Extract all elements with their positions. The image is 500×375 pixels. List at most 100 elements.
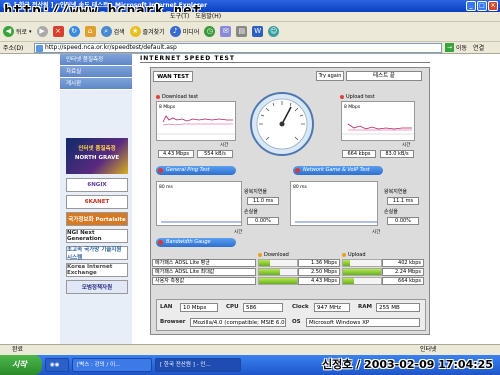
ping-loss-value: 0.00% (247, 217, 279, 225)
banner-ngi[interactable]: NGI Next Generation (66, 229, 128, 243)
status-zone: 인터넷 (420, 346, 437, 353)
banner-policy[interactable]: 모범정책자원 (66, 280, 128, 294)
edit-button[interactable]: W (252, 26, 264, 37)
gauge-down-bar-fill (259, 269, 281, 275)
upload-kbps-value: 664 kbps (342, 150, 376, 158)
refresh-button[interactable]: ↻ (68, 26, 80, 37)
ping-loss-label: 손실율 (244, 209, 258, 215)
nav-item-board[interactable]: 게시판 (60, 78, 132, 90)
speed-test-title: INTERNET SPEED TEST (140, 55, 235, 62)
menu-bar: 도구(T) 도움말(H) (0, 12, 500, 22)
media-icon: ♪ (169, 26, 181, 37)
nav-item-quality[interactable]: 인터넷 품질측정 (60, 54, 132, 66)
print-icon: ▤ (236, 26, 248, 37)
start-button[interactable]: 시작 (0, 355, 42, 375)
forward-button[interactable]: ▶ (36, 26, 48, 37)
quick-launch-icon: ◉◉ (50, 362, 60, 368)
ping-time-label: 시간 (234, 230, 243, 235)
try-again-button[interactable]: Try again (316, 71, 344, 81)
game-graph: 80 ms (290, 181, 378, 226)
media-button[interactable]: ♪ 미디어 (169, 26, 199, 37)
ping-rtt-value: 11.0 ms (247, 197, 279, 205)
address-label: 주소(D) (3, 45, 24, 52)
gauge-up-value: 664 kbps (382, 277, 424, 285)
print-button[interactable]: ▤ (236, 26, 248, 37)
taskbar-item-2[interactable]: [ 한국 전산원 ] - 인... (155, 358, 241, 372)
upload-time-label: 시간 (402, 143, 411, 148)
game-graph-svg: 80 ms (293, 184, 377, 223)
gauge-down-bar (258, 268, 298, 276)
gauge-up-value: 402 kbps (382, 259, 424, 267)
close-button[interactable]: × (488, 1, 498, 11)
menu-tools[interactable]: 도구(T) (170, 13, 189, 20)
nav-item-library[interactable]: 자료실 (60, 66, 132, 78)
general-ping-test-header: General Ping Test (156, 166, 236, 175)
banner-network-support[interactable]: 초고속 국가망 기술지원 시스템 (66, 246, 128, 261)
game-loss-label: 손실율 (384, 209, 398, 215)
mail-icon: ✉ (220, 26, 232, 37)
quick-launch[interactable]: ◉◉ (45, 358, 69, 372)
back-arrow-icon: ◀ (3, 26, 14, 37)
banner-portalsite[interactable]: 국가정보화 Portalsite (66, 212, 128, 226)
clock-value: 947 MHz (314, 303, 350, 312)
os-value: Microsoft Windows XP (306, 318, 420, 327)
datetime-overlay: 신정호 / 2003-02-09 17:04:25 (322, 358, 493, 371)
banner-kix[interactable]: Korea Internet Exchange (66, 263, 128, 277)
game-rtt-value: 11.1 ms (387, 197, 419, 205)
download-time-label: 시간 (220, 143, 229, 148)
gauge-up-bar-fill (343, 269, 381, 275)
banner-6ngix[interactable]: 6NGIX (66, 178, 128, 192)
history-icon: ◷ (204, 26, 216, 37)
gauge-down-bar (258, 259, 298, 267)
title-divider (140, 62, 430, 63)
messenger-button[interactable]: ☺ (268, 26, 280, 37)
messenger-icon: ☺ (268, 26, 280, 37)
back-button[interactable]: ◀ 뒤로 ▾ (3, 26, 32, 37)
download-graph-svg: 8 Mbps (157, 104, 237, 135)
home-button[interactable]: ⌂ (84, 26, 96, 37)
ping-rtt-label: 왕복지연율 (244, 189, 268, 195)
stop-button[interactable]: × (52, 26, 64, 37)
links-label[interactable]: 연결 (473, 43, 484, 52)
browser-value: Mozilla/4.0 (compatible; MSIE 6.0 (190, 318, 286, 327)
toolbar: ◀ 뒤로 ▾ ▶ × ↻ ⌂ ⌕ 검색 ★ 즐겨찾기 ♪ 미디어 ◷ ✉ ▤ W ☺ (0, 22, 500, 42)
gauge-down-value: 4.43 Mbps (298, 277, 340, 285)
go-button[interactable]: → 이동 (445, 43, 467, 52)
browser-label: Browser (160, 319, 186, 325)
ping-graph: 80 ms (156, 181, 242, 226)
favorites-button[interactable]: ★ 즐겨찾기 (129, 26, 165, 37)
game-axis-top: 80 ms (293, 184, 308, 190)
status-bar: 완료 인터넷 (0, 344, 500, 355)
upload-test-label: Upload test (340, 94, 375, 100)
minimize-button[interactable]: _ (466, 1, 476, 11)
taskbar-item-1[interactable]: [벽스 : 강의 / 이... (72, 358, 152, 372)
cpu-value: 586 (243, 303, 283, 312)
test-status: 테스트 끝 (346, 71, 422, 81)
status-text: 완료 (12, 346, 24, 353)
star-icon: ★ (129, 26, 141, 37)
network-game-voip-header: Network Game & VoIP Test (293, 166, 383, 175)
history-button[interactable]: ◷ (204, 26, 216, 37)
banner-6kanet[interactable]: 6KANET (66, 195, 128, 209)
tab-wan-test[interactable]: WAN TEST (153, 71, 193, 82)
upload-axis-top: 8 Mbps (344, 104, 361, 110)
hero-banner[interactable]: 인터넷 품질측정 NORTH GRAVE (66, 138, 128, 174)
gauge-up-bar (342, 259, 382, 267)
search-button[interactable]: ⌕ 검색 (100, 26, 125, 37)
gauge-row-label: 메가패스 ADSL Lite 최대값 (152, 268, 256, 276)
download-header-dot-icon (258, 253, 262, 257)
stop-icon: × (52, 26, 64, 37)
page-icon (36, 44, 43, 52)
search-icon: ⌕ (100, 26, 112, 37)
gauge-up-bar-fill (343, 278, 355, 284)
mail-button[interactable]: ✉ (220, 26, 232, 37)
address-bar: 주소(D) http://speed.nca.or.kr/speedtest/d… (0, 42, 500, 54)
maximize-button[interactable]: □ (477, 1, 487, 11)
gauge-down-bar-fill (259, 278, 297, 284)
menu-help[interactable]: 도움말(H) (195, 13, 221, 20)
ping-graph-svg: 80 ms (159, 184, 241, 223)
address-input[interactable]: http://speed.nca.or.kr/speedtest/default… (34, 42, 442, 53)
game-time-label: 시간 (372, 230, 381, 235)
gauge-up-bar-fill (343, 260, 350, 266)
gauge-down-value: 1.36 Mbps (298, 259, 340, 267)
